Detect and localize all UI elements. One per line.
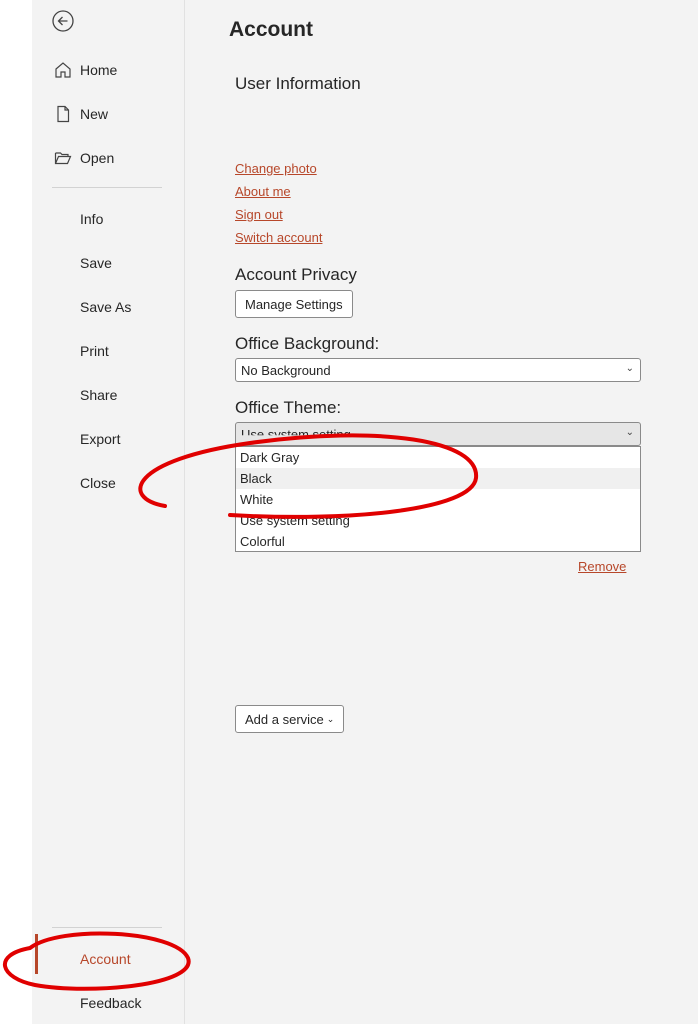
user-information-heading: User Information [235, 74, 361, 93]
back-arrow-icon[interactable] [51, 9, 75, 33]
office-theme-select[interactable]: Use system setting ⌄ [235, 422, 641, 446]
nav-home-label: Home [80, 62, 118, 78]
nav-feedback[interactable]: Feedback [80, 995, 141, 1011]
nav-share[interactable]: Share [80, 387, 117, 403]
nav-close[interactable]: Close [80, 475, 116, 491]
change-photo-link[interactable]: Change photo [235, 161, 317, 176]
office-theme-heading: Office Theme: [235, 398, 342, 417]
about-me-link[interactable]: About me [235, 184, 291, 199]
account-panel: Account User Information Change photo Ab… [184, 0, 698, 1024]
nav-save[interactable]: Save [80, 255, 112, 271]
nav-open[interactable]: Open [52, 143, 114, 173]
folder-open-icon [52, 147, 74, 169]
page-title: Account [229, 18, 313, 41]
remove-link[interactable]: Remove [578, 559, 626, 574]
add-service-button[interactable]: Add a service ⌄ [235, 705, 345, 733]
office-theme-dropdown: Dark Gray Black White Use system setting… [235, 446, 641, 552]
nav-print[interactable]: Print [80, 343, 109, 359]
theme-option-black[interactable]: Black [236, 468, 640, 489]
theme-option-dark-gray[interactable]: Dark Gray [236, 447, 640, 468]
nav-open-label: Open [80, 150, 115, 166]
nav-new-label: New [80, 106, 109, 122]
theme-option-use-system-setting[interactable]: Use system setting [236, 510, 640, 531]
account-selected-indicator [35, 934, 38, 974]
office-background-heading: Office Background: [235, 334, 380, 353]
theme-option-colorful[interactable]: Colorful [236, 531, 640, 552]
add-service-label: Add a service [245, 711, 324, 727]
new-document-icon [52, 103, 74, 125]
home-icon [52, 59, 74, 81]
office-background-value: No Background [241, 362, 331, 378]
nav-export[interactable]: Export [80, 431, 120, 447]
chevron-down-icon: ⌄ [326, 713, 335, 724]
backstage-sidebar: Home New Open Info Save Save As Print Sh… [32, 0, 184, 1024]
office-background-select[interactable]: No Background ⌄ [235, 358, 641, 382]
chevron-down-icon: ⌄ [625, 363, 634, 374]
chevron-down-icon: ⌄ [625, 427, 634, 438]
nav-home[interactable]: Home [52, 55, 117, 85]
account-privacy-heading: Account Privacy [235, 265, 357, 284]
nav-save-as[interactable]: Save As [80, 299, 131, 315]
sign-out-link[interactable]: Sign out [235, 207, 283, 222]
manage-settings-button[interactable]: Manage Settings [235, 290, 353, 318]
theme-option-white[interactable]: White [236, 489, 640, 510]
nav-new[interactable]: New [52, 99, 108, 129]
sidebar-divider-bottom [52, 927, 162, 928]
sidebar-divider [52, 187, 162, 188]
office-theme-value: Use system setting [241, 427, 351, 442]
switch-account-link[interactable]: Switch account [235, 230, 322, 245]
nav-info[interactable]: Info [80, 211, 103, 227]
nav-account[interactable]: Account [80, 951, 131, 967]
